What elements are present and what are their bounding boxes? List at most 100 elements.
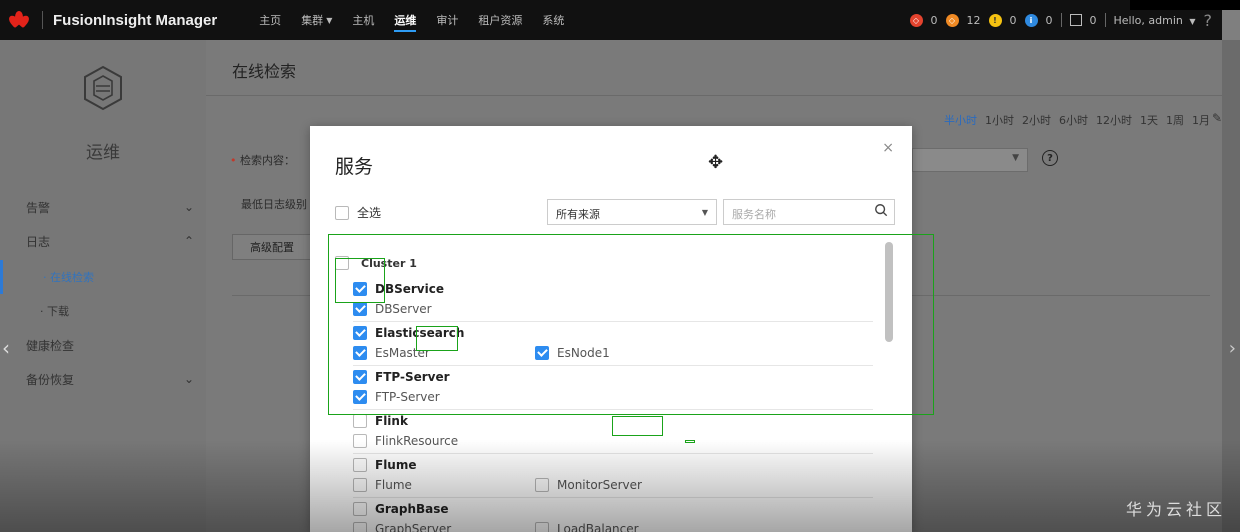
task-list-icon[interactable] — [1069, 14, 1082, 26]
sidebar-item-5[interactable]: 备份恢复 ⌄ — [0, 362, 206, 396]
role-checkbox[interactable] — [353, 302, 367, 316]
search-content-label-text: 检索内容： — [240, 154, 295, 167]
sidebar-item-3[interactable]: · 下载 — [0, 294, 206, 328]
time-range-option[interactable]: 1月 — [1192, 112, 1210, 128]
time-range-option[interactable]: 1小时 — [985, 112, 1014, 128]
nav-item-4[interactable]: 审计 — [426, 0, 468, 40]
service-checkbox[interactable] — [353, 458, 367, 472]
source-select[interactable]: 所有来源 ▼ — [547, 199, 717, 225]
task-count[interactable]: 0 — [1090, 14, 1097, 27]
major-alarm-icon[interactable]: ◇ — [945, 13, 959, 27]
service-list[interactable]: Cluster 1 DBService DBServer Elasticsearch… — [335, 238, 899, 532]
critical-alarm-count[interactable]: 0 — [931, 14, 938, 27]
nav-item-6[interactable]: 系统 — [532, 0, 574, 40]
role-row[interactable]: DBServer — [353, 302, 432, 316]
help-circle-icon[interactable]: ? — [1042, 150, 1058, 166]
service-row[interactable]: DBService — [353, 282, 444, 296]
role-checkbox[interactable] — [353, 478, 367, 492]
service-checkbox[interactable] — [353, 326, 367, 340]
service-row[interactable]: GraphBase — [353, 502, 449, 516]
role-row[interactable]: MonitorServer — [535, 478, 642, 492]
nav-item-2[interactable]: 主机 — [342, 0, 384, 40]
search-content-label: • 检索内容： — [230, 152, 295, 168]
nav-item-0[interactable]: 主页 — [249, 0, 291, 40]
close-icon[interactable]: × — [882, 140, 894, 156]
role-checkbox[interactable] — [535, 522, 549, 532]
service-group: Flink FlinkResource — [353, 410, 873, 454]
info-alarm-count[interactable]: 0 — [1046, 14, 1053, 27]
service-checkbox[interactable] — [353, 282, 367, 296]
time-range-option[interactable]: 半小时 — [944, 112, 977, 128]
service-row[interactable]: FTP-Server — [353, 370, 450, 384]
chevron-right-icon[interactable]: › — [1229, 338, 1236, 359]
minor-alarm-icon[interactable]: ! — [988, 13, 1002, 27]
role-row[interactable]: LoadBalancer — [535, 522, 639, 532]
page-header: 在线检索 — [206, 40, 1222, 96]
service-row[interactable]: Flume — [353, 458, 417, 472]
service-group: FTP-Server FTP-Server — [353, 366, 873, 410]
cluster-row[interactable]: Cluster 1 — [335, 256, 417, 270]
service-label: FTP-Server — [375, 370, 450, 384]
app-title: FusionInsight Manager — [53, 11, 218, 29]
nav-item-1[interactable]: 集群 ▼ — [291, 0, 342, 40]
role-label: EsNode1 — [557, 346, 610, 360]
nav-item-5[interactable]: 租户资源 — [468, 0, 532, 40]
select-all-checkbox[interactable] — [335, 205, 349, 220]
required-mark: • — [230, 154, 237, 167]
sidebar-item-2[interactable]: · 在线检索 — [0, 260, 206, 294]
sidebar-item-4[interactable]: 健康检查 — [0, 328, 206, 362]
role-label: FTP-Server — [375, 390, 440, 404]
nav-label: 运维 — [394, 14, 417, 27]
select-all[interactable]: 全选 — [335, 204, 381, 221]
role-row[interactable]: Flume — [353, 478, 412, 492]
time-range-selector: 半小时 1小时 2小时 6小时 12小时 1天 1周 1月 — [944, 112, 1210, 128]
chevron-left-icon[interactable]: ‹ — [2, 336, 10, 360]
service-checkbox[interactable] — [353, 370, 367, 384]
service-checkbox[interactable] — [353, 414, 367, 428]
role-row[interactable]: EsNode1 — [535, 346, 610, 360]
advanced-config-button[interactable]: 高级配置 — [232, 234, 312, 260]
minor-alarm-count[interactable]: 0 — [1010, 14, 1017, 27]
service-search-input[interactable]: 服务名称 — [723, 199, 895, 225]
time-range-option[interactable]: 1天 — [1140, 112, 1158, 128]
info-alarm-icon[interactable]: i — [1024, 13, 1038, 27]
list-scrollbar[interactable] — [885, 242, 893, 342]
role-checkbox[interactable] — [353, 522, 367, 532]
major-alarm-count[interactable]: 12 — [967, 14, 981, 27]
role-checkbox[interactable] — [353, 434, 367, 448]
chevron-down-icon: ▼ — [326, 15, 333, 25]
user-menu[interactable]: Hello, admin ▼ — [1114, 14, 1196, 27]
page-title: 在线检索 — [232, 62, 297, 81]
time-range-option[interactable]: 1周 — [1166, 112, 1184, 128]
nav-item-3[interactable]: 运维 — [384, 0, 426, 40]
nav-label: 集群 — [301, 14, 324, 27]
time-range-option[interactable]: 6小时 — [1059, 112, 1088, 128]
time-range-option[interactable]: 2小时 — [1022, 112, 1051, 128]
role-row[interactable]: FlinkResource — [353, 434, 458, 448]
role-row[interactable]: GraphServer — [353, 522, 451, 532]
nav-label: 主机 — [352, 14, 375, 27]
role-row[interactable]: EsMaster — [353, 346, 430, 360]
search-content-select[interactable]: ▼ — [912, 148, 1028, 172]
service-group: Flume Flume MonitorServer — [353, 454, 873, 498]
sidebar-item-1[interactable]: 日志 ⌃ — [0, 224, 206, 258]
search-icon[interactable] — [874, 203, 888, 217]
sidebar-item-0[interactable]: 告警 ⌄ — [0, 190, 206, 224]
role-label: LoadBalancer — [557, 522, 639, 532]
role-checkbox[interactable] — [535, 478, 549, 492]
role-row[interactable]: FTP-Server — [353, 390, 440, 404]
right-scroll-strip — [1222, 40, 1240, 532]
service-row[interactable]: Flink — [353, 414, 408, 428]
service-checkbox[interactable] — [353, 502, 367, 516]
critical-alarm-icon[interactable]: ◇ — [909, 13, 923, 27]
time-range-option[interactable]: 12小时 — [1096, 112, 1132, 128]
role-checkbox[interactable] — [353, 346, 367, 360]
role-label: MonitorServer — [557, 478, 642, 492]
help-icon[interactable]: ? — [1204, 11, 1213, 30]
service-row[interactable]: Elasticsearch — [353, 326, 464, 340]
role-checkbox[interactable] — [353, 390, 367, 404]
edit-time-icon[interactable]: ✎ — [1212, 111, 1222, 125]
service-group: DBService DBServer — [353, 278, 873, 322]
role-checkbox[interactable] — [535, 346, 549, 360]
cluster-checkbox[interactable] — [335, 256, 349, 270]
